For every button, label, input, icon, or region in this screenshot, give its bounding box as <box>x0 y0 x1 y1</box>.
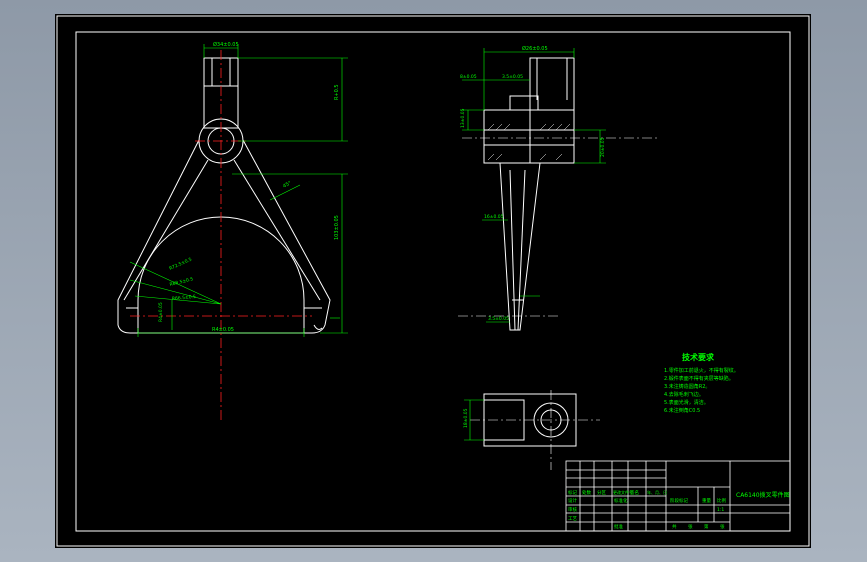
note-line-2: 2.锻件表面不得有夹层等缺陷。 <box>664 375 734 382</box>
dim-side-top-width: Ø26±0.05 <box>522 45 548 52</box>
tb-label-count: 处数 <box>582 489 591 496</box>
tb-stage-mark: 阶段标记 <box>670 497 688 504</box>
tb-label-date: 年、月、日 <box>647 489 667 495</box>
dim-overall-height: R+0.5 <box>334 84 340 100</box>
dim-side-small: 3.5±0.05 <box>502 74 523 80</box>
dim-side-boss-height: 8±0.05 <box>460 74 477 80</box>
note-line-6: 6.未注倒角C0.5 <box>664 407 700 414</box>
tb-row-process: 工艺 <box>568 516 577 522</box>
tb-row-design: 设计 <box>568 497 577 504</box>
dim-fork-span: R4±0.05 <box>158 302 164 322</box>
dim-side-right-height: 20±0.05 <box>600 137 606 157</box>
tb-sheet-unit-1: 张 <box>688 523 693 530</box>
tb-scale-label: 比例 <box>717 497 726 504</box>
note-line-1: 1.零件加工前退火，不得有裂纹。 <box>664 367 739 374</box>
note-line-5: 5.表面光滑，清洁。 <box>664 399 709 406</box>
dim-fork-height: 103±0.05 <box>334 215 340 240</box>
dim-bottom-width: R4±0.05 <box>212 327 234 333</box>
tb-sheet-unit-2: 张 <box>720 523 725 530</box>
tb-row-approve: 批准 <box>614 523 623 530</box>
dim-bottom-view-height: 18±0.05 <box>463 408 469 428</box>
tb-label-mark: 标记 <box>568 489 577 496</box>
drawing-sheet <box>55 14 811 548</box>
tb-scale-value: 1:1 <box>717 507 724 513</box>
tb-row-review: 审核 <box>568 506 577 513</box>
notes-title: 技术要求 <box>682 352 715 362</box>
tb-drawing-name: CA6140拨叉零件图 <box>736 491 790 499</box>
tb-standardization: 标准化 <box>614 497 628 504</box>
note-line-4: 4.去除毛刺飞边。 <box>664 391 704 398</box>
tb-label-sign: 签名 <box>630 489 639 496</box>
dim-top-width: Ø34±0.05 <box>213 41 239 48</box>
tb-label-zone: 分区 <box>597 489 606 496</box>
cad-viewport[interactable]: Ø34±0.05 R+0.5 103±0.05 45° R72.5±0.5 R6… <box>0 0 867 562</box>
dim-side-bottom: 3.5±0.05 <box>488 316 509 322</box>
dim-side-stem-width: 16±0.05 <box>484 214 504 220</box>
tb-sheet-total: 共 <box>672 523 677 530</box>
note-line-3: 3.未注铸造圆角R2。 <box>664 383 710 390</box>
tb-sheet-index: 第 <box>704 523 709 530</box>
tb-weight: 重量 <box>702 497 711 504</box>
dim-side-left-height: 13±0.05 <box>460 108 466 128</box>
